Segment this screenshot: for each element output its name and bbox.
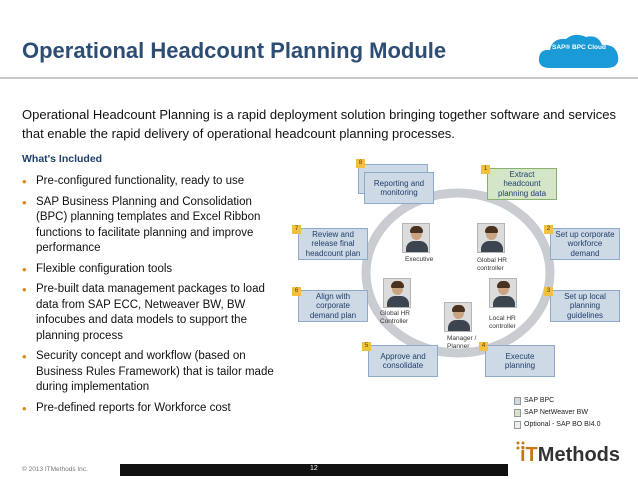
local-hr-controller-person-icon: [489, 278, 517, 308]
step-7-box: Review and release final headcount plan: [298, 228, 368, 260]
legend-item-sap-bpc: SAP BPC: [514, 396, 555, 406]
title-divider: [0, 77, 638, 79]
step-number-badge: 5: [362, 342, 371, 351]
whats-included-heading: What's Included: [22, 153, 103, 165]
bullet-item: Pre-defined reports for Workforce cost: [22, 401, 284, 417]
step-number-badge: 1: [481, 165, 490, 174]
bullet-item: SAP Business Planning and Consolidation …: [22, 195, 284, 257]
step-1-box: Extract headcount planning data: [487, 168, 557, 200]
global-hr-controller-person-icon: [383, 278, 411, 308]
step-label: Review and release final headcount plan: [305, 229, 361, 258]
logo-suffix: Methods: [537, 444, 620, 466]
step-label: Set up corporate workforce demand: [555, 229, 615, 258]
manager-planner-person-icon: [444, 302, 472, 332]
copyright-text: © 2013 ITMethods Inc.: [22, 466, 88, 473]
step-number-badge: 2: [544, 225, 553, 234]
global-hr-controller-person-icon: [477, 223, 505, 253]
logo-prefix: iT: [520, 444, 538, 466]
step-label: Approve and consolidate: [380, 351, 426, 371]
role-label: Global HR controller: [477, 257, 507, 272]
step-8-box: Reporting and monitoring: [364, 172, 434, 204]
legend-item-optional-sap-bo: Optional - SAP BO BI4.0: [514, 420, 601, 430]
sap-bpc-cloud-badge-icon: [538, 34, 619, 68]
step-label: Extract headcount planning data: [497, 169, 547, 198]
step-6-box: Align with corporate demand plan: [298, 290, 368, 322]
itmethods-logo: iTMethods: [520, 444, 620, 467]
legend-swatch: [514, 397, 521, 405]
step-label: Execute planning: [504, 351, 536, 371]
legend-swatch: [514, 421, 521, 429]
step-2-box: Set up corporate workforce demand: [550, 228, 620, 260]
page-number: 12: [310, 465, 318, 472]
role-label: Executive: [405, 256, 434, 263]
step-number-badge: 8: [356, 159, 365, 168]
role-label: Manager / Planner: [447, 335, 477, 350]
role-label: Local HR controller: [489, 315, 516, 330]
step-3-box: Set up local planning guidelines: [550, 290, 620, 322]
step-label: Reporting and monitoring: [373, 178, 425, 198]
step-number-badge: 6: [292, 287, 301, 296]
included-bullet-list: Pre-configured functionality, ready to u…: [22, 174, 284, 421]
legend-item-sap-netweaver-bw: SAP NetWeaver BW: [514, 408, 588, 418]
step-label: Set up local planning guidelines: [564, 291, 606, 320]
intro-paragraph: Operational Headcount Planning is a rapi…: [22, 107, 617, 141]
bullet-item: Pre-configured functionality, ready to u…: [22, 174, 284, 190]
bullet-item: Pre-built data management packages to lo…: [22, 282, 284, 344]
sap-bpc-cloud-badge-text: SAP® BPC Cloud: [552, 44, 606, 51]
step-4-box: Execute planning: [485, 345, 555, 377]
legend-label: SAP BPC: [524, 397, 555, 404]
bullet-item: Security concept and workflow (based on …: [22, 349, 284, 396]
step-label: Align with corporate demand plan: [309, 291, 357, 320]
legend-label: SAP NetWeaver BW: [524, 409, 588, 416]
step-number-badge: 3: [544, 287, 553, 296]
step-5-box: Approve and consolidate: [368, 345, 438, 377]
role-label: Global HR Controller: [380, 310, 410, 325]
legend-label: Optional - SAP BO BI4.0: [524, 421, 601, 428]
slide-title: Operational Headcount Planning Module: [22, 38, 447, 63]
legend-swatch: [514, 409, 521, 417]
step-number-badge: 7: [292, 225, 301, 234]
executive-person-icon: [402, 223, 430, 253]
bullet-item: Flexible configuration tools: [22, 262, 284, 278]
